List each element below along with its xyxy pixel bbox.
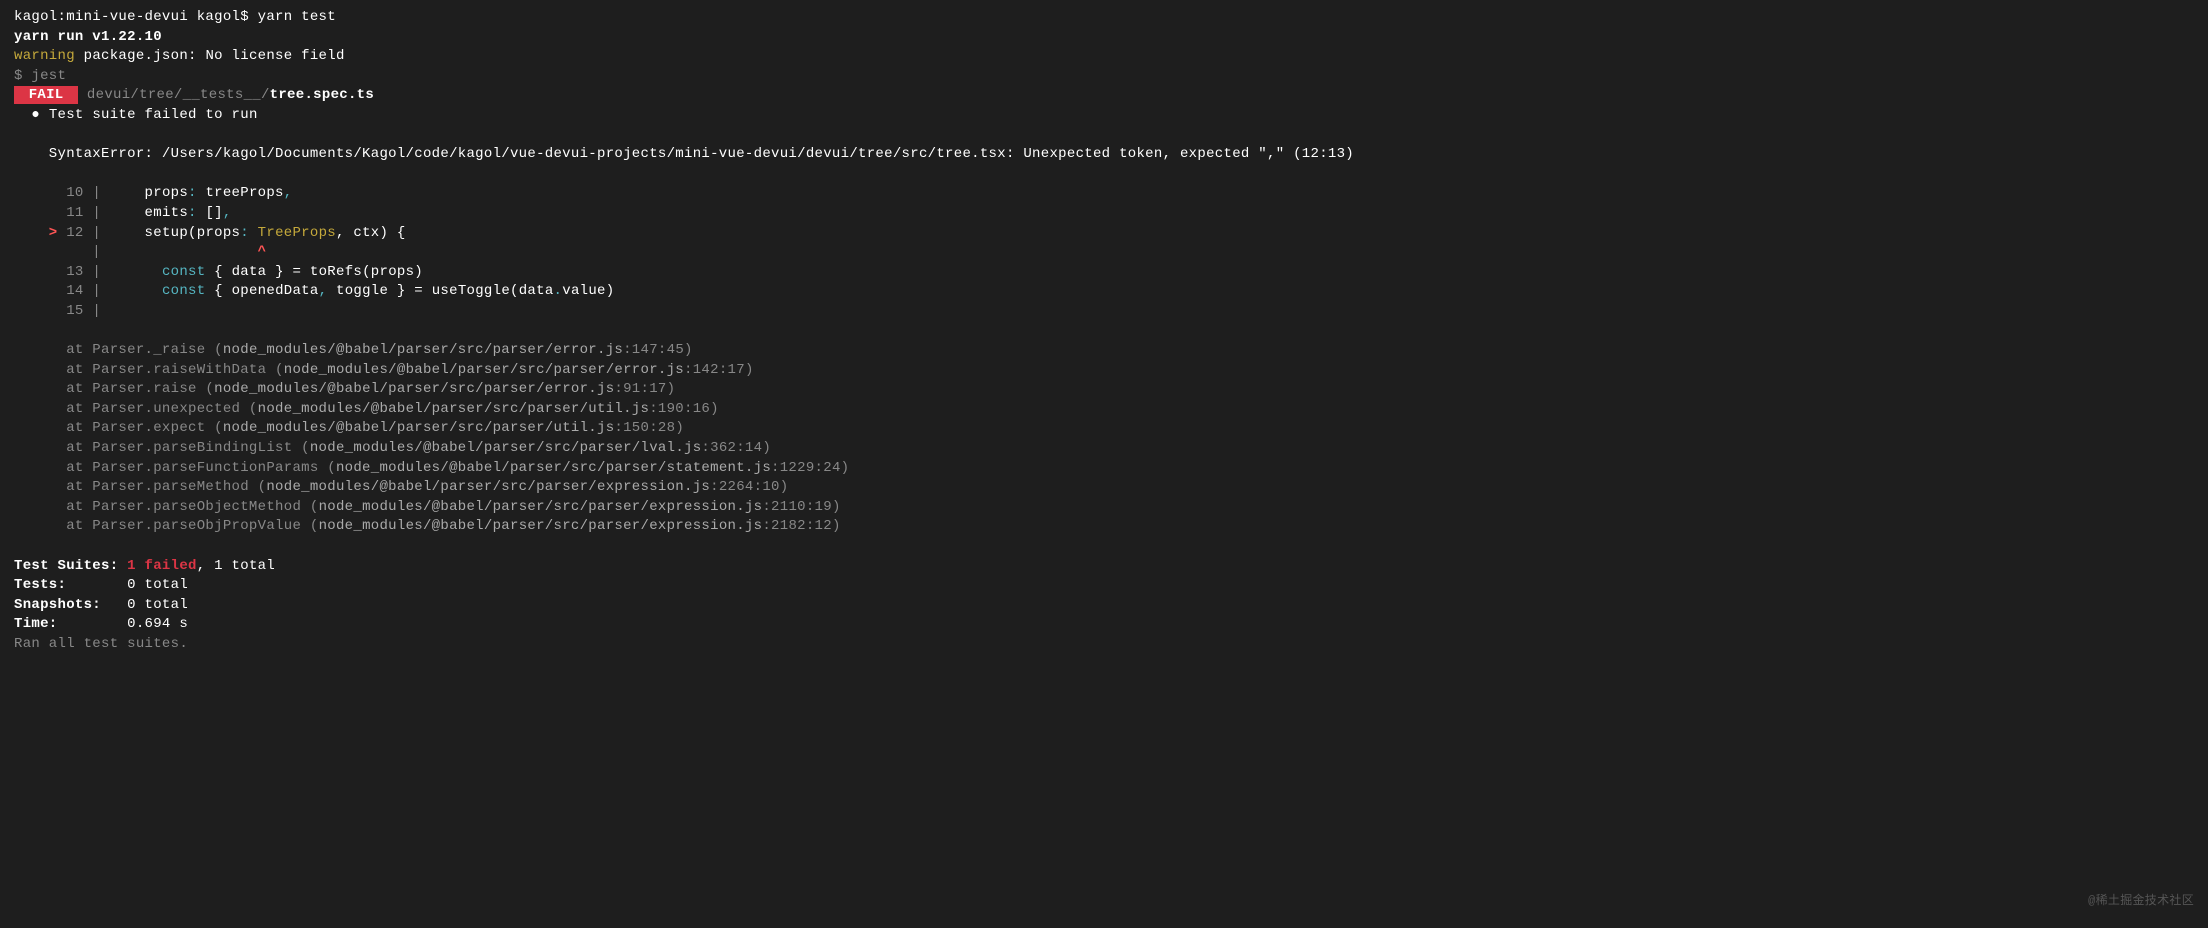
stack-trace: at Parser._raise (node_modules/@babel/pa… bbox=[14, 341, 2194, 537]
test-path-file: tree.spec.ts bbox=[270, 87, 374, 103]
suite-fail-line: ● Test suite failed to run bbox=[14, 106, 2194, 126]
stack-line: at Parser.parseObjectMethod (node_module… bbox=[14, 498, 2194, 518]
blank-line bbox=[14, 126, 2194, 146]
stack-line: at Parser.raiseWithData (node_modules/@b… bbox=[14, 361, 2194, 381]
suite-fail-msg: Test suite failed to run bbox=[49, 107, 258, 123]
code-line-13: 13 | const { data } = toRefs(props) bbox=[14, 263, 2194, 283]
summary-snapshots: Snapshots: 0 total bbox=[14, 596, 2194, 616]
summary-suites: Test Suites: 1 failed, 1 total bbox=[14, 557, 2194, 577]
stack-line: at Parser.parseObjPropValue (node_module… bbox=[14, 517, 2194, 537]
summary-tests: Tests: 0 total bbox=[14, 576, 2194, 596]
warning-label: warning bbox=[14, 48, 75, 64]
stack-line: at Parser.expect (node_modules/@babel/pa… bbox=[14, 419, 2194, 439]
suite-fail-bullet: ● bbox=[14, 107, 49, 123]
code-line-12: > 12 | setup(props: TreeProps, ctx) { bbox=[14, 224, 2194, 244]
fail-line: FAIL devui/tree/__tests__/tree.spec.ts bbox=[14, 86, 2194, 106]
fail-badge: FAIL bbox=[14, 86, 78, 104]
blank-line-2 bbox=[14, 165, 2194, 185]
stack-line: at Parser.parseBindingList (node_modules… bbox=[14, 439, 2194, 459]
code-caret-line: | ^ bbox=[14, 243, 2194, 263]
stack-line: at Parser.raise (node_modules/@babel/par… bbox=[14, 380, 2194, 400]
warning-line: warning package.json: No license field bbox=[14, 47, 2194, 67]
stack-line: at Parser.unexpected (node_modules/@babe… bbox=[14, 400, 2194, 420]
code-line-15: 15 | bbox=[14, 302, 2194, 322]
stack-line: at Parser.parseMethod (node_modules/@bab… bbox=[14, 478, 2194, 498]
stack-line: at Parser._raise (node_modules/@babel/pa… bbox=[14, 341, 2194, 361]
test-path-prefix: devui/tree/__tests__/ bbox=[78, 87, 269, 103]
code-line-14: 14 | const { openedData, toggle } = useT… bbox=[14, 282, 2194, 302]
jest-command: $ jest bbox=[14, 67, 2194, 87]
prompt-user-host: kagol:mini-vue-devui kagol$ bbox=[14, 9, 258, 25]
watermark: @稀土掘金技术社区 bbox=[2088, 893, 2194, 910]
stack-line: at Parser.parseFunctionParams (node_modu… bbox=[14, 459, 2194, 479]
blank-line-3 bbox=[14, 322, 2194, 342]
summary-ran: Ran all test suites. bbox=[14, 635, 2194, 655]
blank-line-4 bbox=[14, 537, 2194, 557]
syntax-error-line: SyntaxError: /Users/kagol/Documents/Kago… bbox=[14, 145, 2194, 165]
prompt-command: yarn test bbox=[258, 9, 336, 25]
yarn-run-line: yarn run v1.22.10 bbox=[14, 28, 2194, 48]
code-line-10: 10 | props: treeProps, bbox=[14, 184, 2194, 204]
prompt-line: kagol:mini-vue-devui kagol$ yarn test bbox=[14, 8, 2194, 28]
warning-message: package.json: No license field bbox=[75, 48, 345, 64]
code-line-11: 11 | emits: [], bbox=[14, 204, 2194, 224]
summary-time: Time: 0.694 s bbox=[14, 615, 2194, 635]
